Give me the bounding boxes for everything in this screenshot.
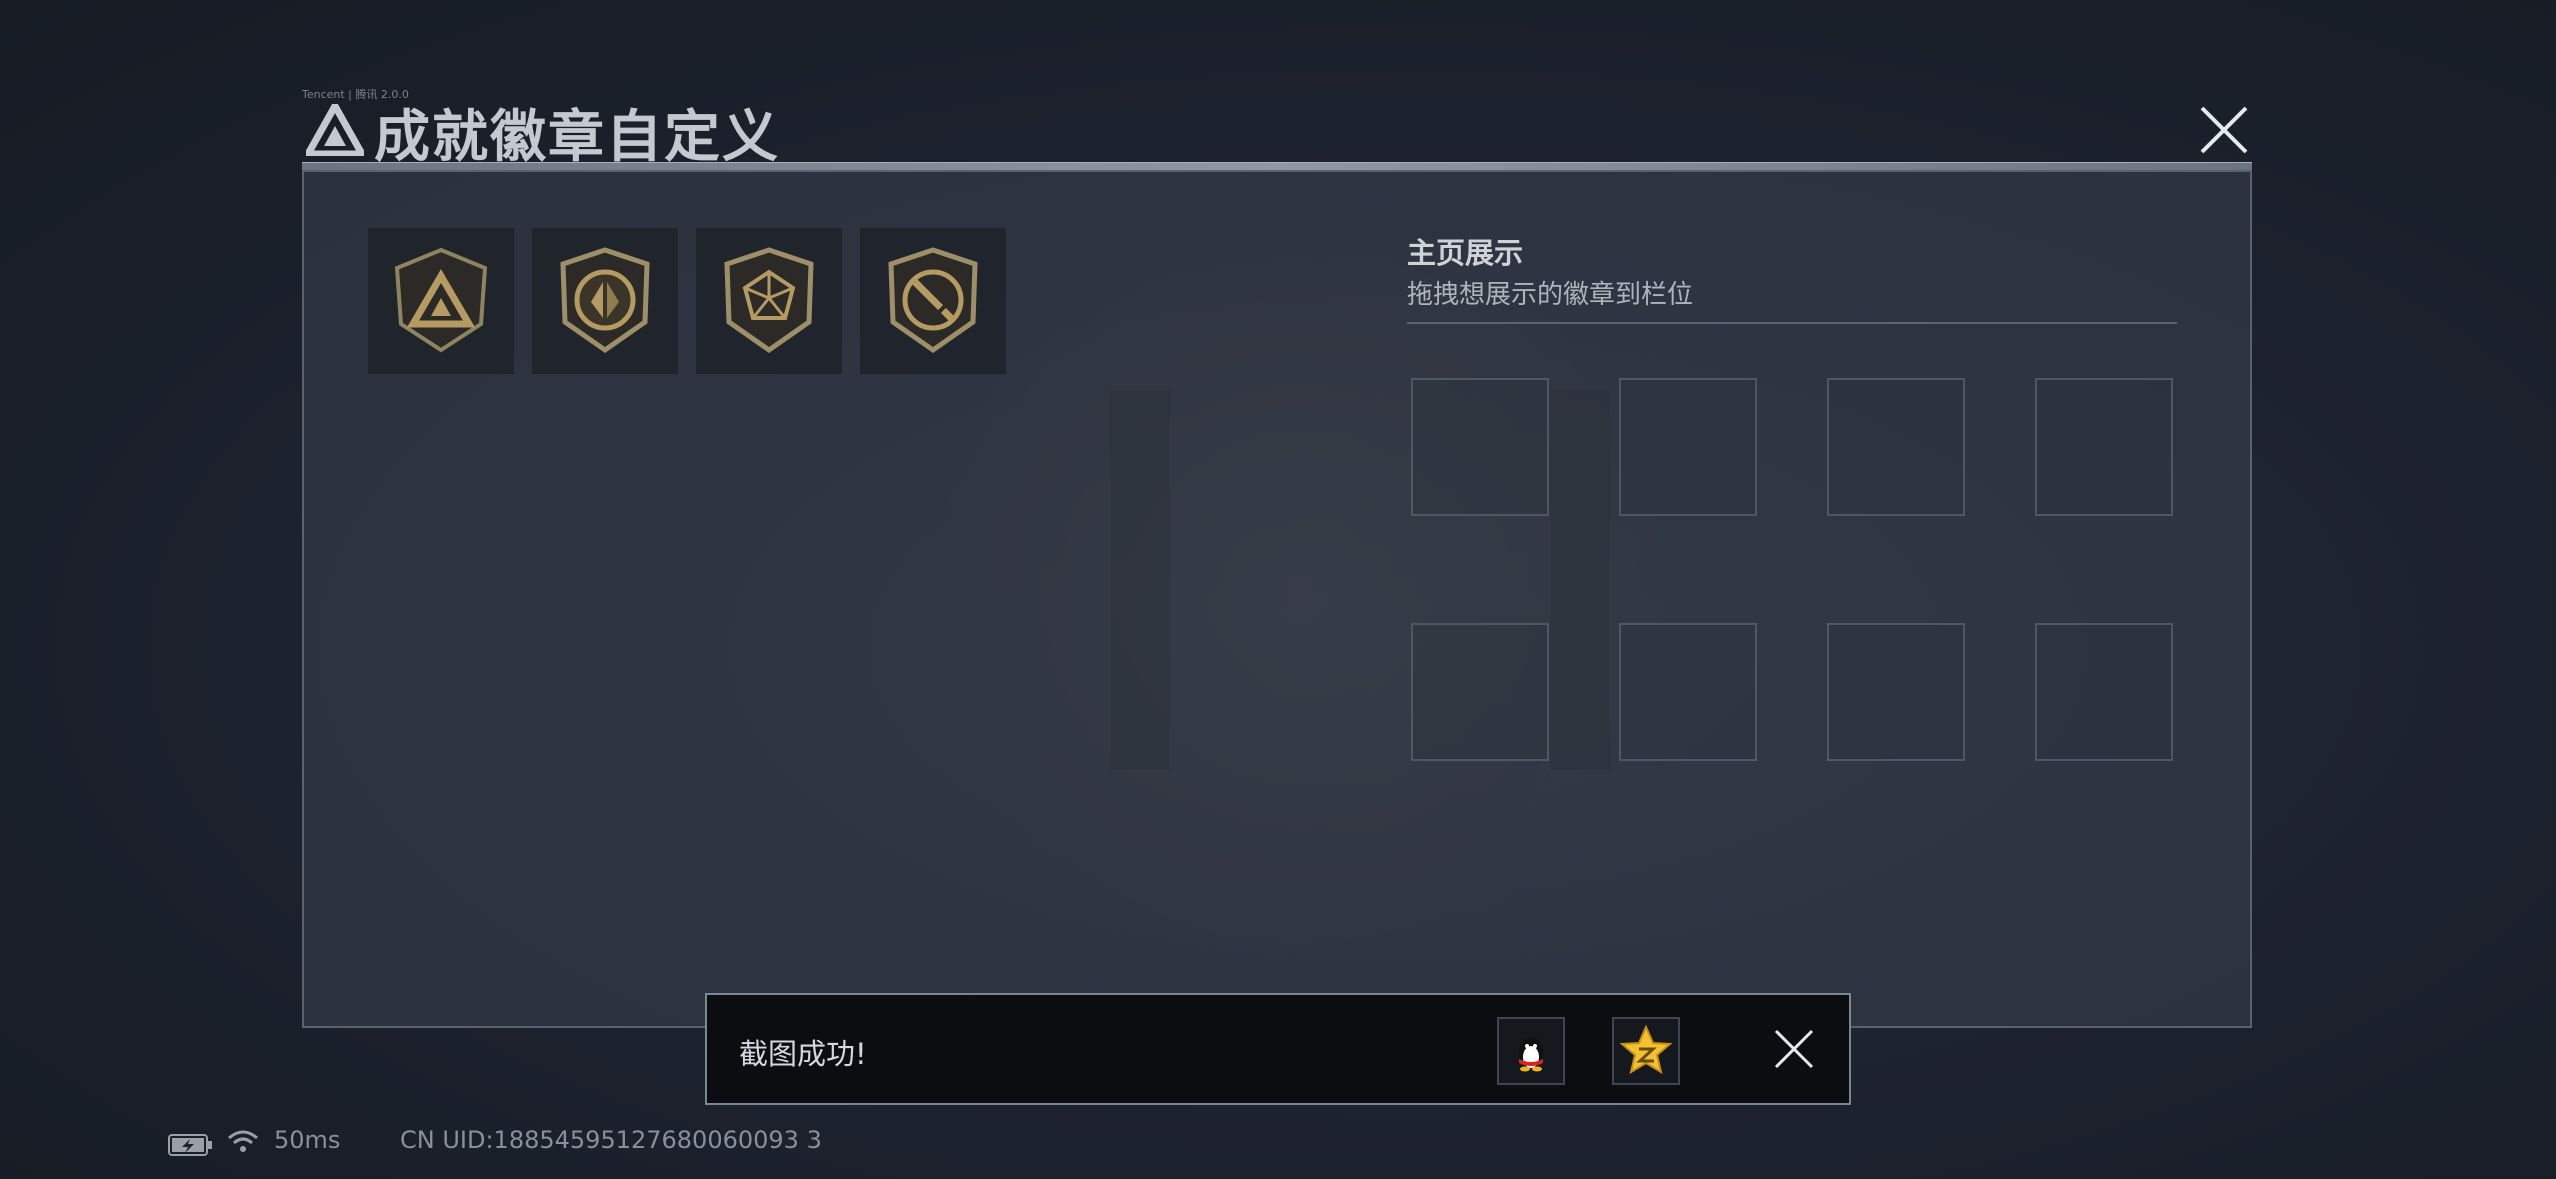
home-display-hint: 拖拽想展示的徽章到栏位: [1407, 280, 1694, 310]
game-logo-icon: [306, 104, 364, 156]
badge-slot-1[interactable]: [1411, 378, 1549, 516]
close-icon[interactable]: [2196, 102, 2252, 158]
toast-message: 截图成功!: [739, 1037, 867, 1071]
wing-emblem-icon: [560, 247, 650, 354]
home-display-title: 主页展示: [1407, 236, 1524, 270]
qzone-star-icon: [1619, 1024, 1673, 1075]
share-qq-button[interactable]: [1497, 1017, 1565, 1085]
badge-slot-2[interactable]: [1619, 378, 1757, 516]
badge-wing[interactable]: [532, 228, 678, 374]
badge-slot-5[interactable]: [1411, 623, 1549, 761]
ping-value: 50ms: [274, 1126, 341, 1154]
home-display-divider: [1407, 322, 2177, 324]
gem-emblem-icon: [724, 247, 814, 354]
title-bar: Tencent | 腾讯 2.0.0 成就徽章自定义: [300, 88, 2250, 170]
triangle-emblem-icon: [394, 247, 488, 353]
user-uid: CN UID:18854595127680060093 3: [400, 1126, 822, 1154]
qq-penguin-icon: [1519, 1037, 1543, 1072]
page-title: 成就徽章自定义: [374, 105, 780, 170]
screenshot-toast: 截图成功!: [705, 993, 1851, 1105]
badge-sword-ring[interactable]: [860, 228, 1006, 374]
share-qzone-button[interactable]: [1612, 1017, 1680, 1085]
wifi-icon: [228, 1130, 258, 1152]
sword-ring-icon: [888, 247, 978, 354]
badge-slot-6[interactable]: [1619, 623, 1757, 761]
badge-slot-8[interactable]: [2035, 623, 2173, 761]
badge-triangle[interactable]: [368, 228, 514, 374]
badge-gem[interactable]: [696, 228, 842, 374]
badge-slot-7[interactable]: [1827, 623, 1965, 761]
toast-close-icon[interactable]: [1772, 1027, 1816, 1071]
badge-slot-4[interactable]: [2035, 378, 2173, 516]
battery-charging-icon: [168, 1134, 212, 1156]
badge-slot-3[interactable]: [1827, 378, 1965, 516]
